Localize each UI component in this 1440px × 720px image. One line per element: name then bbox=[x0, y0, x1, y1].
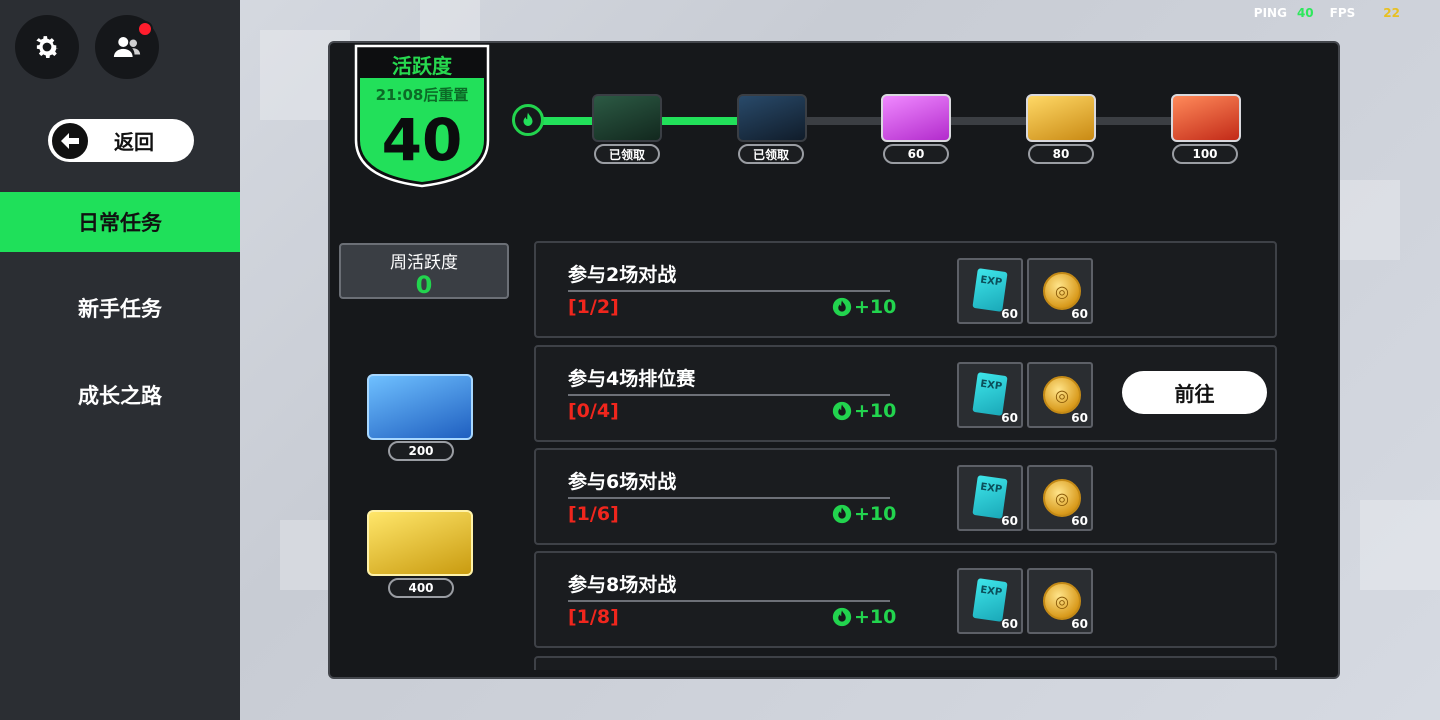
sidebar-item-newbie-tasks[interactable]: 新手任务 bbox=[0, 278, 240, 338]
divider bbox=[568, 497, 890, 499]
coin-reward: ◎ 60 bbox=[1027, 362, 1093, 428]
weekly-chest-400[interactable] bbox=[367, 510, 473, 576]
weekly-chest-200[interactable] bbox=[367, 374, 473, 440]
activity-shield: 活跃度 21:08后重置 40 bbox=[354, 44, 490, 188]
divider bbox=[568, 600, 890, 602]
task-points: +10 bbox=[832, 296, 896, 318]
milestone-chest-2[interactable] bbox=[737, 94, 807, 142]
task-points: +10 bbox=[832, 503, 896, 525]
exp-card-icon: EXP bbox=[972, 475, 1008, 519]
reward-count: 60 bbox=[1001, 617, 1018, 631]
task-points: +10 bbox=[832, 400, 896, 422]
network-status: PING 40 FPS 22 bbox=[1254, 6, 1400, 20]
task-title: 参与4场排位赛 bbox=[568, 368, 696, 390]
divider bbox=[568, 290, 890, 292]
task-row: 参与8场对战 [1/8] +10 EXP 60 ◎ 60 bbox=[534, 551, 1277, 648]
task-points-value: +10 bbox=[854, 606, 897, 628]
task-progress: [0/4] bbox=[568, 400, 619, 422]
task-progress: [1/6] bbox=[568, 503, 619, 525]
milestone-chest-1[interactable] bbox=[592, 94, 662, 142]
reward-count: 60 bbox=[1001, 514, 1018, 528]
exp-reward: EXP 60 bbox=[957, 362, 1023, 428]
friends-button[interactable] bbox=[95, 15, 159, 79]
weekly-activity-value: 0 bbox=[415, 271, 433, 299]
friends-icon bbox=[113, 37, 141, 57]
reward-count: 60 bbox=[1071, 514, 1088, 528]
settings-button[interactable] bbox=[15, 15, 79, 79]
task-title: 参与2场对战 bbox=[568, 264, 677, 286]
flame-icon bbox=[832, 607, 852, 627]
coin-icon: ◎ bbox=[1043, 376, 1081, 414]
milestone-label: 已领取 bbox=[738, 144, 804, 164]
coin-icon: ◎ bbox=[1043, 582, 1081, 620]
sidebar-item-label: 成长之路 bbox=[78, 384, 162, 408]
weekly-chest-label: 400 bbox=[388, 578, 454, 598]
coin-reward: ◎ 60 bbox=[1027, 568, 1093, 634]
task-points-value: +10 bbox=[854, 503, 897, 525]
coin-icon: ◎ bbox=[1043, 479, 1081, 517]
reward-count: 60 bbox=[1001, 307, 1018, 321]
weekly-activity-label: 周活跃度 bbox=[390, 253, 458, 273]
flame-icon bbox=[832, 297, 852, 317]
back-button[interactable]: 返回 bbox=[48, 119, 194, 162]
fps-label: FPS bbox=[1329, 6, 1356, 20]
milestone-chest-5[interactable] bbox=[1171, 94, 1241, 142]
coin-reward: ◎ 60 bbox=[1027, 258, 1093, 324]
milestone-label: 80 bbox=[1028, 144, 1094, 164]
flame-icon bbox=[512, 104, 544, 136]
milestone-chest-3[interactable] bbox=[881, 94, 951, 142]
task-title: 参与6场对战 bbox=[568, 471, 677, 493]
coin-icon: ◎ bbox=[1043, 272, 1081, 310]
go-button[interactable]: 前往 bbox=[1122, 371, 1267, 414]
back-label: 返回 bbox=[114, 130, 154, 154]
ping-value: 40 bbox=[1296, 6, 1314, 20]
activity-reset-timer: 21:08后重置 bbox=[375, 86, 469, 104]
milestone-label: 60 bbox=[883, 144, 949, 164]
exp-card-icon: EXP bbox=[972, 372, 1008, 416]
reward-count: 60 bbox=[1071, 307, 1088, 321]
reward-count: 60 bbox=[1001, 411, 1018, 425]
exp-reward: EXP 60 bbox=[957, 465, 1023, 531]
task-points: +10 bbox=[832, 606, 896, 628]
gear-icon bbox=[36, 36, 59, 58]
milestone-label: 100 bbox=[1172, 144, 1238, 164]
arrow-left-icon bbox=[50, 120, 90, 161]
milestone-label: 已领取 bbox=[594, 144, 660, 164]
task-title: 参与8场对战 bbox=[568, 574, 677, 596]
exp-card-icon: EXP bbox=[972, 268, 1008, 312]
sidebar-item-growth-path[interactable]: 成长之路 bbox=[0, 365, 240, 425]
exp-reward: EXP 60 bbox=[957, 568, 1023, 634]
task-row-partial bbox=[534, 656, 1277, 670]
activity-value: 40 bbox=[381, 106, 463, 174]
exp-reward: EXP 60 bbox=[957, 258, 1023, 324]
divider bbox=[568, 394, 890, 396]
weekly-activity-box: 周活跃度 0 bbox=[339, 243, 509, 299]
task-row: 参与4场排位赛 [0/4] +10 EXP 60 ◎ 60 前往 bbox=[534, 345, 1277, 442]
task-progress: [1/2] bbox=[568, 296, 619, 318]
flame-icon bbox=[832, 401, 852, 421]
sidebar-item-daily-tasks[interactable]: 日常任务 bbox=[0, 192, 240, 252]
activity-title: 活跃度 bbox=[392, 54, 452, 78]
flame-icon bbox=[832, 504, 852, 524]
coin-reward: ◎ 60 bbox=[1027, 465, 1093, 531]
task-row: 参与2场对战 [1/2] +10 EXP 60 ◎ 60 bbox=[534, 241, 1277, 338]
weekly-chest-label: 200 bbox=[388, 441, 454, 461]
sidebar-item-label: 日常任务 bbox=[78, 211, 162, 235]
task-points-value: +10 bbox=[854, 296, 897, 318]
exp-card-icon: EXP bbox=[972, 578, 1008, 622]
fps-value: 22 bbox=[1383, 6, 1400, 20]
reward-count: 60 bbox=[1071, 617, 1088, 631]
milestone-chest-4[interactable] bbox=[1026, 94, 1096, 142]
task-points-value: +10 bbox=[854, 400, 897, 422]
reward-count: 60 bbox=[1071, 411, 1088, 425]
task-row: 参与6场对战 [1/6] +10 EXP 60 ◎ 60 bbox=[534, 448, 1277, 545]
sidebar-item-label: 新手任务 bbox=[78, 297, 162, 321]
task-progress: [1/8] bbox=[568, 606, 619, 628]
sidebar: 返回 日常任务 新手任务 成长之路 bbox=[0, 0, 240, 720]
ping-label: PING bbox=[1253, 6, 1287, 20]
notification-dot bbox=[137, 21, 153, 37]
